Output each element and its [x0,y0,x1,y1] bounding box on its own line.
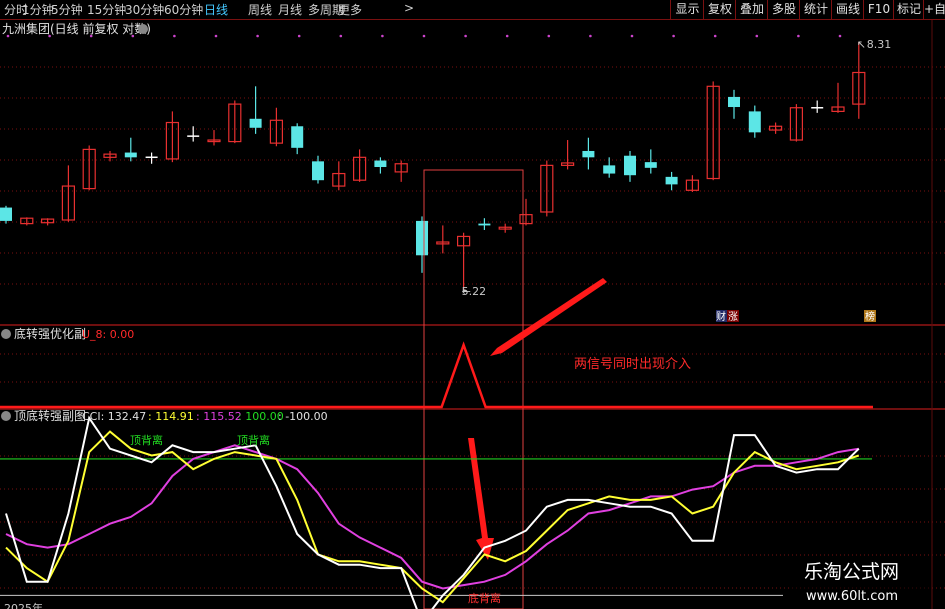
candle-body [665,176,678,185]
highlight-box [423,169,524,609]
marker-dot [173,34,176,38]
candle-body [644,162,657,168]
candle-body [124,152,137,158]
candle-body [811,107,824,109]
toolbar-button-8[interactable]: +自 [923,0,945,19]
candle-body [478,223,491,226]
candle-body [312,161,324,181]
candle-body [249,118,262,128]
marker-dot [422,34,426,38]
chart-area: 5.228.31←↖财涨榜 顶背离 顶背离底背离2025年 九洲集团(日线 前复权… [0,20,945,609]
year-label: 2025年 [4,601,43,609]
toolbar-button-3[interactable]: 多股 [767,0,800,19]
v4-value: : -100.00 [278,410,328,423]
toolbar-button-4[interactable]: 统计 [799,0,832,19]
candle-body [374,160,387,168]
period-tab-10[interactable]: 更多 [338,1,362,18]
period-tab-5[interactable]: 60分钟 [164,1,203,18]
marker-dot [630,34,634,38]
v3-value: : 100.00 [238,410,284,423]
toolbar-button-6[interactable]: F10 [863,0,894,19]
signal-annotation: 两信号同时出现介入 [574,357,691,372]
settings-gear-icon[interactable] [138,24,148,34]
marker-dot [547,34,551,38]
candle-body [624,155,636,176]
period-tab-4[interactable]: 30分钟 [125,1,164,18]
top-divergence-label: 顶背离 [237,433,270,447]
period-tab-3[interactable]: 15分钟 [87,1,126,18]
candle-body [582,150,595,158]
cci-value: CCI: 132.47 [82,410,146,423]
panel-toggle-icon[interactable] [1,329,11,339]
sub2-title: 顶底转强副图 [14,408,86,423]
marker-dot [838,34,842,38]
marker-dot [797,34,800,38]
candle-body [416,220,428,256]
candle-body [187,135,200,137]
sub1-title: 底转强优化副 [14,326,86,341]
watermark-title: 乐淘公式网 [804,561,899,583]
panel-toggle-icon[interactable] [1,411,11,421]
toolbar-button-7[interactable]: 标记 [893,0,924,19]
marker-dot [672,34,675,38]
period-tab-6[interactable]: 日线 [204,1,228,18]
sub1-value: U_8: 0.00 [82,328,134,341]
marker-dot [381,34,384,38]
marker-dot [256,34,259,38]
toolbar: 分时 1分钟 5分钟 15分钟 30分钟 60分钟 日线 周线 月线 多周期 更多 > 显示 复权 叠加 多股… [0,0,945,20]
marker-dot [589,34,592,38]
marker-dot [755,34,759,38]
marker-dot [505,34,509,38]
period-tab-1[interactable]: 1分钟 [22,1,54,18]
top-divergence-label: 顶背离 [130,433,163,447]
candle-body [603,165,616,174]
toolbar-button-5[interactable]: 画线 [831,0,864,19]
toolbar-button-2[interactable]: 叠加 [735,0,768,19]
more-arrow-icon[interactable]: > [404,1,414,15]
period-tab-2[interactable]: 5分钟 [51,1,83,18]
marker-dot [464,34,467,38]
toolbar-button-1[interactable]: 复权 [703,0,736,19]
marker-dot [297,34,301,38]
high-price-label: 8.31 [867,38,892,51]
period-tab-7[interactable]: 周线 [248,1,272,18]
candle-body [728,96,740,108]
main-title: 九洲集团(日线 前复权 对数) [2,21,151,36]
candle-body [748,111,761,133]
low-arrow-icon: ← [462,285,471,298]
tag-cai: 财 [716,310,726,323]
bottom-divergence-label: 底背离 [468,591,501,605]
high-arrow-icon: ↖ [857,38,866,51]
marker-dot [339,34,343,38]
period-tab-8[interactable]: 月线 [278,1,302,18]
toolbar-button-0[interactable]: 显示 [670,0,704,19]
v2-value: : 115.52 [196,410,242,423]
tag-zhang: 涨 [728,311,738,323]
watermark-url: www.60lt.com [806,589,898,604]
arrow-to-signal-icon [490,278,607,356]
marker-dot [214,34,218,38]
v1-value: : 114.91 [148,410,194,423]
tag-bang: 榜 [865,310,875,323]
candle-body [0,207,12,221]
series-line-V2 [5,444,859,590]
candle-body [145,156,158,159]
candle-body [291,126,304,148]
marker-dot [713,34,717,38]
